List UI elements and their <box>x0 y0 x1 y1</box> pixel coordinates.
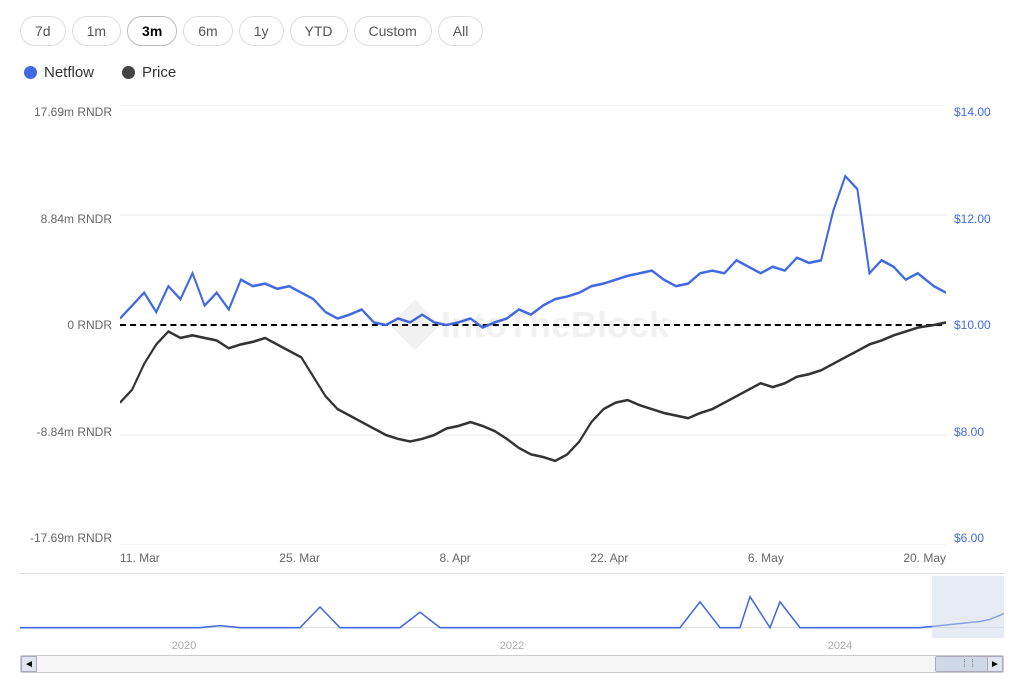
y-axis-right-label: $10.00 <box>954 318 1004 332</box>
legend-item-netflow: Netflow <box>24 64 94 81</box>
y-axis-right-label: $6.00 <box>954 531 1004 545</box>
legend-dot-dark <box>122 66 135 79</box>
scroll-left-button[interactable]: ◄ <box>21 656 37 672</box>
chart-svg-container: IntoTheBlock <box>120 105 946 545</box>
mini-chart-container <box>20 576 1004 638</box>
y-axis-right-label: $12.00 <box>954 212 1004 226</box>
x-axis-label: 22. Apr <box>590 551 628 565</box>
time-btn-all[interactable]: All <box>438 16 484 46</box>
y-axis-right-label: $8.00 <box>954 425 1004 439</box>
time-btn-1y[interactable]: 1y <box>239 16 284 46</box>
scroll-right-button[interactable]: ► <box>987 656 1003 672</box>
main-chart-area: 17.69m RNDR 8.84m RNDR 0 RNDR -8.84m RNDR -1… <box>20 105 1004 545</box>
legend-label-price: Price <box>142 64 176 81</box>
mini-x-label: 2020 <box>172 640 196 652</box>
y-axis-left: 17.69m RNDR 8.84m RNDR 0 RNDR -8.84m RNDR -1… <box>20 105 120 545</box>
time-btn-6m[interactable]: 6m <box>183 16 232 46</box>
legend: Netflow Price <box>24 64 1004 81</box>
mini-x-labels: 2020 2022 2024 <box>20 638 1004 652</box>
y-axis-left-label: 8.84m RNDR <box>20 212 112 226</box>
time-range-bar: 7d1m3m6m1yYTDCustomAll <box>20 16 1004 46</box>
y-axis-left-label: -17.69m RNDR <box>20 531 112 545</box>
time-btn-1m[interactable]: 1m <box>72 16 121 46</box>
x-axis-label: 8. Apr <box>439 551 470 565</box>
main-container: 7d1m3m6m1yYTDCustomAll Netflow Price 17.… <box>0 0 1024 683</box>
x-axis-label: 20. May <box>903 551 946 565</box>
time-btn-7d[interactable]: 7d <box>20 16 66 46</box>
y-axis-left-label: -8.84m RNDR <box>20 425 112 439</box>
scrollbar-area[interactable]: ◄ ⁞ ⁞ ► <box>20 655 1004 673</box>
y-axis-right: $14.00 $12.00 $10.00 $8.00 $6.00 <box>946 105 1004 545</box>
scroll-handle-grip: ⁞ ⁞ <box>963 658 975 670</box>
x-axis: 11. Mar 25. Mar 8. Apr 22. Apr 6. May 20. May <box>20 545 1004 565</box>
legend-item-price: Price <box>122 64 176 81</box>
y-axis-left-label: 17.69m RNDR <box>20 105 112 119</box>
y-axis-right-label: $14.00 <box>954 105 1004 119</box>
mini-chart-section: 2020 2022 2024 <box>20 573 1004 655</box>
x-axis-label: 6. May <box>748 551 784 565</box>
x-axis-label: 11. Mar <box>120 551 160 565</box>
time-btn-ytd[interactable]: YTD <box>290 16 348 46</box>
time-btn-3m[interactable]: 3m <box>127 16 177 46</box>
y-axis-left-label: 0 RNDR <box>20 318 112 332</box>
mini-x-label: 2024 <box>828 640 852 652</box>
legend-dot-blue <box>24 66 37 79</box>
legend-label-netflow: Netflow <box>44 64 94 81</box>
time-btn-custom[interactable]: Custom <box>354 16 432 46</box>
x-axis-label: 25. Mar <box>279 551 320 565</box>
mini-x-label: 2022 <box>500 640 524 652</box>
